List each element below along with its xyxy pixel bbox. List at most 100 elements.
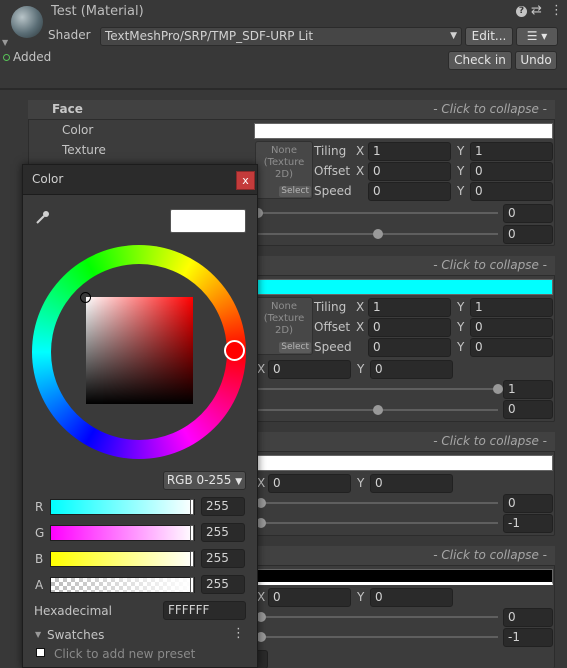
face-slider1-track[interactable] (258, 212, 498, 214)
outline-pos-x-label: X (257, 362, 266, 376)
tex-type-text: (Texture (263, 157, 305, 168)
outline-color-swatch[interactable] (254, 279, 553, 295)
shader-dropdown[interactable]: TextMeshPro/SRP/TMP_SDF-URP Lit ▼ (100, 27, 462, 46)
a-channel-slider[interactable] (50, 577, 195, 593)
sv-picker-handle[interactable] (80, 292, 91, 303)
tex-none-text: None (270, 145, 298, 156)
face-collapse-link[interactable]: - Click to collapse - (433, 102, 547, 116)
face-slider2-value[interactable]: 0 (503, 225, 553, 244)
lighting-pos-x[interactable]: 0 (268, 588, 351, 607)
underlay-slider2-track[interactable] (258, 522, 498, 524)
underlay-pos-y[interactable]: 0 (370, 474, 453, 493)
a-channel-knob[interactable] (190, 577, 194, 593)
lighting-slider1-value[interactable]: 0 (503, 608, 553, 627)
outline-slider1-thumb[interactable] (493, 384, 503, 394)
face-texture-slot[interactable]: None (Texture 2D) Select (255, 141, 313, 199)
face-slider1-value[interactable]: 0 (503, 204, 553, 223)
a-value[interactable]: 255 (201, 575, 245, 594)
tex-none-text: None (270, 301, 298, 312)
underlay-slider1-value[interactable]: 0 (503, 494, 553, 513)
checkin-button[interactable]: Check in (448, 51, 512, 70)
color-mode-dropdown[interactable]: RGB 0-255 ▼ (163, 471, 246, 490)
eyedropper-icon[interactable] (34, 208, 52, 229)
face-offset-y[interactable]: 0 (470, 162, 553, 181)
outline-slider1-value[interactable]: 1 (503, 380, 553, 399)
swatches-foldout-icon[interactable]: ▼ (35, 630, 41, 639)
underlay-color-swatch[interactable] (254, 455, 553, 471)
face-tiling-y[interactable]: 1 (470, 142, 553, 161)
edit-shader-button[interactable]: Edit... (465, 27, 513, 46)
picker-titlebar[interactable]: Color x (23, 165, 257, 195)
kebab-icon[interactable]: ⋮ (550, 3, 563, 18)
color-mode-label: RGB 0-255 (166, 473, 232, 487)
face-speed-x[interactable]: 0 (368, 182, 451, 201)
face-section-header[interactable]: Face - Click to collapse - (28, 100, 555, 120)
add-preset-text[interactable]: Click to add new preset (54, 647, 195, 661)
g-channel-knob[interactable] (190, 525, 194, 541)
outline-pos-y[interactable]: 0 (370, 360, 453, 379)
outline-tiling-y[interactable]: 1 (470, 298, 553, 317)
swatches-label[interactable]: Swatches (47, 628, 104, 642)
outline-speed-x[interactable]: 0 (368, 338, 451, 357)
outline-collapse-link[interactable]: - Click to collapse - (433, 258, 547, 272)
kebab-icon[interactable]: ⋮ (232, 626, 245, 641)
g-channel-slider[interactable] (50, 525, 195, 541)
tex-select-button[interactable]: Select (279, 186, 311, 197)
r-value[interactable]: 255 (201, 497, 245, 516)
material-preview-icon (11, 6, 43, 38)
added-status-icon (3, 54, 10, 61)
lighting-color-swatch[interactable] (254, 569, 553, 585)
hue-ring-handle[interactable] (224, 340, 245, 361)
b-channel-slider[interactable] (50, 551, 195, 567)
foldout-arrow-icon[interactable]: ▼ (2, 38, 8, 47)
outline-tiling-x[interactable]: 1 (368, 298, 451, 317)
face-tiling-label: Tiling (314, 144, 347, 158)
face-slider2-thumb[interactable] (373, 229, 383, 239)
outline-slider2-thumb[interactable] (373, 405, 383, 415)
shader-menu-button[interactable]: ☰ ▾ (516, 27, 558, 46)
outline-slider2-value[interactable]: 0 (503, 400, 553, 419)
outline-pos-x[interactable]: 0 (268, 360, 351, 379)
lighting-slider1-track[interactable] (258, 616, 498, 618)
lighting-collapse-link[interactable]: - Click to collapse - (433, 548, 547, 562)
r-channel-knob[interactable] (190, 499, 194, 515)
lighting-slider2-track[interactable] (258, 636, 498, 638)
shader-label: Shader (48, 28, 91, 42)
face-offset-x[interactable]: 0 (368, 162, 451, 181)
g-value[interactable]: 255 (201, 523, 245, 542)
b-channel-knob[interactable] (190, 551, 194, 567)
outline-texture-slot[interactable]: None (Texture 2D) Select (255, 297, 313, 355)
swatch-preset[interactable] (36, 648, 45, 657)
chevron-down-icon: ▼ (235, 477, 243, 487)
hex-input[interactable]: FFFFFF (163, 601, 246, 620)
lighting-slider2-value[interactable]: -1 (503, 628, 553, 647)
face-speed-y[interactable]: 0 (470, 182, 553, 201)
tex-type-text2: 2D) (275, 169, 293, 180)
sliders-icon[interactable]: ⇄ (531, 3, 542, 18)
face-tiling-x[interactable]: 1 (368, 142, 451, 161)
outline-speed-y[interactable]: 0 (470, 338, 553, 357)
current-color-preview (170, 209, 246, 233)
tex-select-button[interactable]: Select (279, 342, 311, 353)
lighting-pos-y[interactable]: 0 (370, 588, 453, 607)
outline-slider1-track[interactable] (258, 388, 498, 390)
underlay-collapse-link[interactable]: - Click to collapse - (433, 434, 547, 448)
outline-tiling-x-label: X (356, 300, 365, 314)
saturation-value-square[interactable] (86, 297, 193, 404)
underlay-slider1-track[interactable] (258, 502, 498, 504)
b-label: B (35, 552, 44, 566)
close-icon[interactable]: x (236, 171, 255, 190)
face-offset-x-label: X (356, 164, 365, 178)
question-icon[interactable]: ? (516, 6, 527, 17)
outline-offset-x-label: X (356, 320, 365, 334)
r-channel-slider[interactable] (50, 499, 195, 515)
b-value[interactable]: 255 (201, 549, 245, 568)
underlay-slider2-value[interactable]: -1 (503, 514, 553, 533)
outline-offset-y[interactable]: 0 (470, 318, 553, 337)
face-color-swatch[interactable] (254, 123, 553, 139)
list-icon: ☰ ▾ (526, 29, 548, 43)
underlay-pos-x[interactable]: 0 (268, 474, 351, 493)
outline-offset-x[interactable]: 0 (368, 318, 451, 337)
face-offset-y-label: Y (457, 164, 465, 178)
undo-button[interactable]: Undo (515, 51, 557, 70)
